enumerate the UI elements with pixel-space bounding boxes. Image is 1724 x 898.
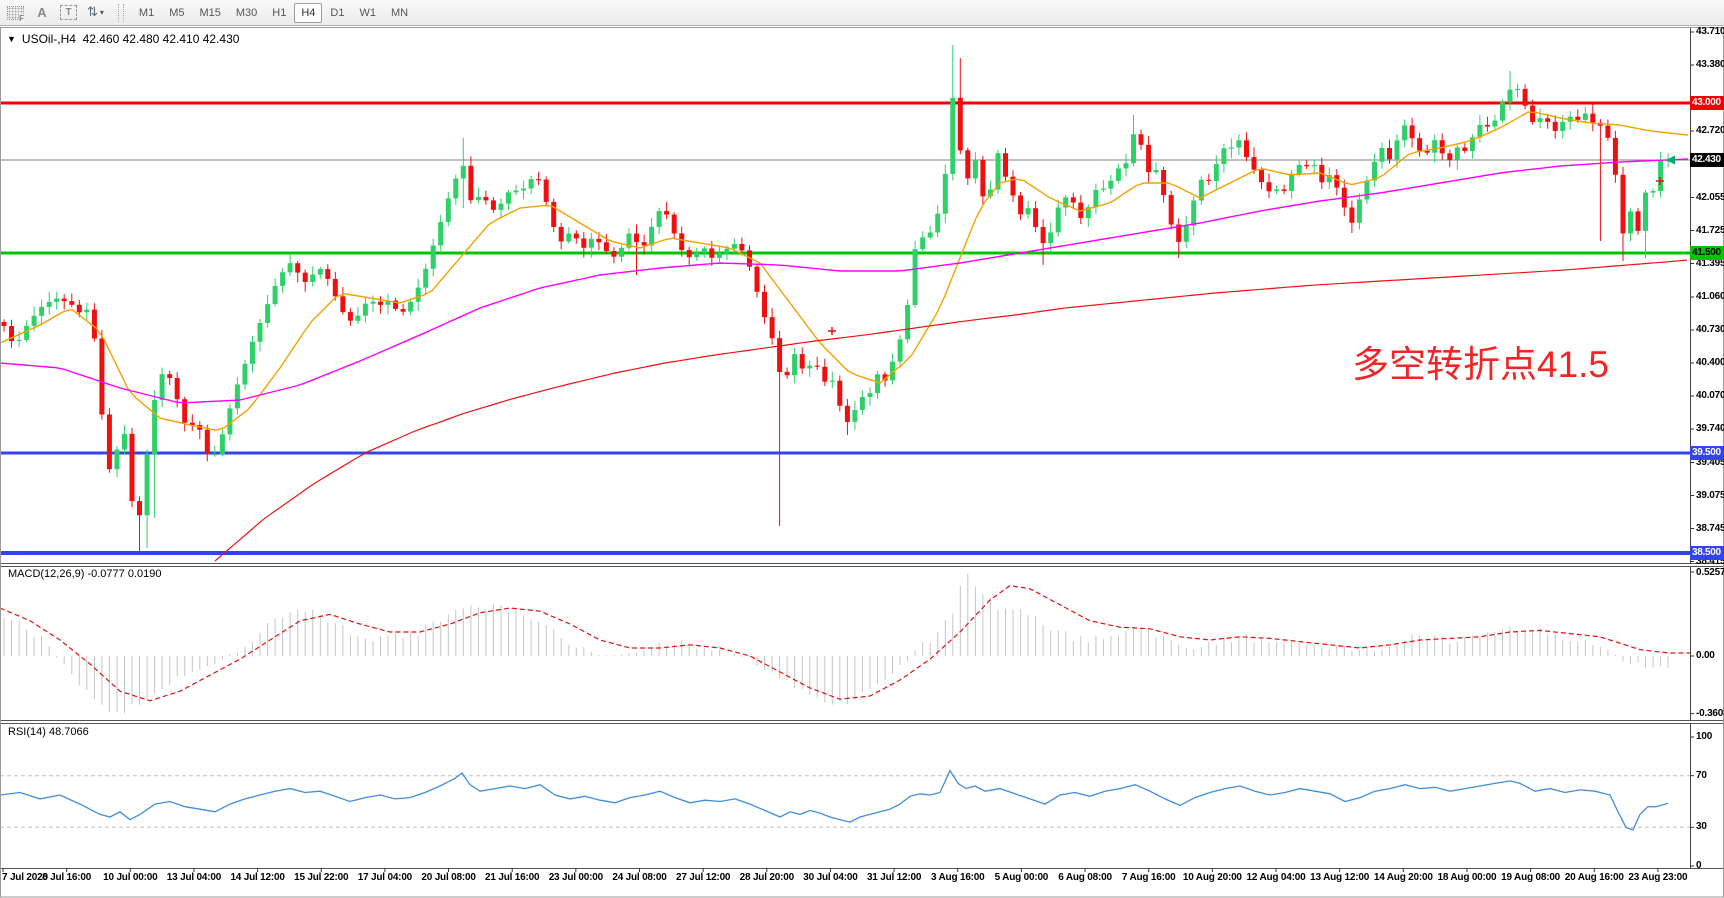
macd-indicator-label: MACD(12,26,9) -0.0777 0.0190	[8, 568, 161, 580]
chart-title-text: USOil-,H4 42.460 42.480 42.410 42.430	[22, 32, 240, 46]
mt4-window: F A T ⇅ ▾ M1M5M15M30H1H4D1W1MN 43.71043.…	[0, 0, 1724, 898]
axis-labels-layer: 43.71043.38042.72042.05541.72541.39541.0…	[0, 0, 1724, 898]
price-axis[interactable]	[1690, 27, 1724, 868]
chart-window: 43.71043.38042.72042.05541.72541.39541.0…	[0, 27, 1724, 898]
chart-title: ▼ USOil-,H4 42.460 42.480 42.410 42.430	[7, 32, 239, 46]
symbol-dropdown-icon[interactable]: ▼	[7, 34, 16, 44]
rsi-indicator-label: RSI(14) 48.7066	[8, 726, 89, 738]
time-axis[interactable]	[0, 868, 1690, 896]
chart-annotation-text[interactable]: 多空转折点41.5	[1352, 334, 1609, 388]
